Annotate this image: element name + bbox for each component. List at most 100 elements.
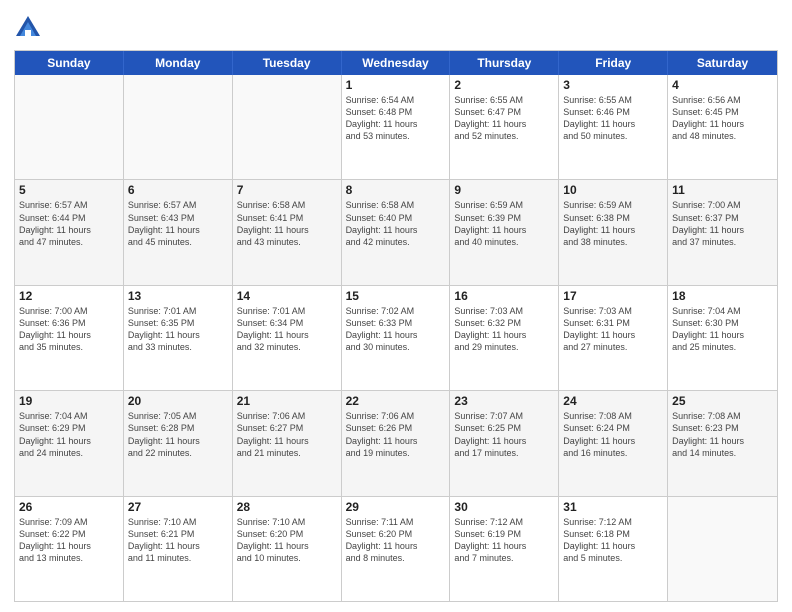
- day-number: 23: [454, 394, 554, 408]
- day-info: Sunrise: 6:56 AM Sunset: 6:45 PM Dayligh…: [672, 94, 773, 143]
- day-cell-21: 21 Sunrise: 7:06 AM Sunset: 6:27 PM Dayli…: [233, 391, 342, 495]
- day-number: 1: [346, 78, 446, 92]
- day-info: Sunrise: 7:00 AM Sunset: 6:36 PM Dayligh…: [19, 305, 119, 354]
- header-day-thursday: Thursday: [450, 51, 559, 75]
- header-day-friday: Friday: [559, 51, 668, 75]
- day-cell-26: 26 Sunrise: 7:09 AM Sunset: 6:22 PM Dayli…: [15, 497, 124, 601]
- day-number: 15: [346, 289, 446, 303]
- logo: [14, 14, 44, 42]
- day-cell-14: 14Sunrise: 7:01 AM Sunset: 6:34 PM Dayli…: [233, 286, 342, 390]
- day-number: 24: [563, 394, 663, 408]
- day-number: 14: [237, 289, 337, 303]
- day-cell-15: 15 Sunrise: 7:02 AM Sunset: 6:33 PM Dayli…: [342, 286, 451, 390]
- calendar-header: SundayMondayTuesdayWednesdayThursdayFrid…: [15, 51, 777, 75]
- day-number: 4: [672, 78, 773, 92]
- day-number: 6: [128, 183, 228, 197]
- day-number: 26: [19, 500, 119, 514]
- calendar-row-1: 1 Sunrise: 6:54 AM Sunset: 6:48 PM Daylig…: [15, 75, 777, 180]
- header-day-saturday: Saturday: [668, 51, 777, 75]
- day-info: Sunrise: 7:10 AM Sunset: 6:21 PM Dayligh…: [128, 516, 228, 565]
- day-info: Sunrise: 6:59 AM Sunset: 6:39 PM Dayligh…: [454, 199, 554, 248]
- page: SundayMondayTuesdayWednesdayThursdayFrid…: [0, 0, 792, 612]
- day-cell-3: 3 Sunrise: 6:55 AM Sunset: 6:46 PM Daylig…: [559, 75, 668, 179]
- calendar-row-3: 12 Sunrise: 7:00 AM Sunset: 6:36 PM Dayli…: [15, 286, 777, 391]
- day-info: Sunrise: 6:54 AM Sunset: 6:48 PM Dayligh…: [346, 94, 446, 143]
- day-number: 3: [563, 78, 663, 92]
- day-cell-12: 12 Sunrise: 7:00 AM Sunset: 6:36 PM Dayli…: [15, 286, 124, 390]
- day-cell-23: 23Sunrise: 7:07 AM Sunset: 6:25 PM Dayli…: [450, 391, 559, 495]
- day-cell-9: 9 Sunrise: 6:59 AM Sunset: 6:39 PM Daylig…: [450, 180, 559, 284]
- day-number: 22: [346, 394, 446, 408]
- day-info: Sunrise: 7:11 AM Sunset: 6:20 PM Dayligh…: [346, 516, 446, 565]
- day-cell-2: 2Sunrise: 6:55 AM Sunset: 6:47 PM Daylig…: [450, 75, 559, 179]
- day-info: Sunrise: 6:55 AM Sunset: 6:47 PM Dayligh…: [454, 94, 554, 143]
- day-info: Sunrise: 7:12 AM Sunset: 6:18 PM Dayligh…: [563, 516, 663, 565]
- day-cell-17: 17Sunrise: 7:03 AM Sunset: 6:31 PM Dayli…: [559, 286, 668, 390]
- day-number: 18: [672, 289, 773, 303]
- day-info: Sunrise: 7:10 AM Sunset: 6:20 PM Dayligh…: [237, 516, 337, 565]
- day-cell-5: 5 Sunrise: 6:57 AM Sunset: 6:44 PM Daylig…: [15, 180, 124, 284]
- header-day-monday: Monday: [124, 51, 233, 75]
- day-number: 5: [19, 183, 119, 197]
- header-day-sunday: Sunday: [15, 51, 124, 75]
- day-number: 29: [346, 500, 446, 514]
- day-info: Sunrise: 7:09 AM Sunset: 6:22 PM Dayligh…: [19, 516, 119, 565]
- day-info: Sunrise: 7:04 AM Sunset: 6:30 PM Dayligh…: [672, 305, 773, 354]
- header-day-tuesday: Tuesday: [233, 51, 342, 75]
- calendar-row-2: 5 Sunrise: 6:57 AM Sunset: 6:44 PM Daylig…: [15, 180, 777, 285]
- empty-cell: [668, 497, 777, 601]
- day-number: 13: [128, 289, 228, 303]
- day-number: 16: [454, 289, 554, 303]
- day-cell-18: 18 Sunrise: 7:04 AM Sunset: 6:30 PM Dayli…: [668, 286, 777, 390]
- day-cell-22: 22 Sunrise: 7:06 AM Sunset: 6:26 PM Dayli…: [342, 391, 451, 495]
- day-info: Sunrise: 7:06 AM Sunset: 6:26 PM Dayligh…: [346, 410, 446, 459]
- day-cell-24: 24 Sunrise: 7:08 AM Sunset: 6:24 PM Dayli…: [559, 391, 668, 495]
- day-cell-10: 10Sunrise: 6:59 AM Sunset: 6:38 PM Dayli…: [559, 180, 668, 284]
- day-info: Sunrise: 6:57 AM Sunset: 6:44 PM Dayligh…: [19, 199, 119, 248]
- day-info: Sunrise: 7:08 AM Sunset: 6:24 PM Dayligh…: [563, 410, 663, 459]
- day-cell-31: 31 Sunrise: 7:12 AM Sunset: 6:18 PM Dayli…: [559, 497, 668, 601]
- day-number: 11: [672, 183, 773, 197]
- day-info: Sunrise: 7:01 AM Sunset: 6:35 PM Dayligh…: [128, 305, 228, 354]
- day-cell-11: 11 Sunrise: 7:00 AM Sunset: 6:37 PM Dayli…: [668, 180, 777, 284]
- day-number: 9: [454, 183, 554, 197]
- day-number: 19: [19, 394, 119, 408]
- day-info: Sunrise: 7:08 AM Sunset: 6:23 PM Dayligh…: [672, 410, 773, 459]
- day-info: Sunrise: 7:03 AM Sunset: 6:32 PM Dayligh…: [454, 305, 554, 354]
- day-info: Sunrise: 7:00 AM Sunset: 6:37 PM Dayligh…: [672, 199, 773, 248]
- day-number: 27: [128, 500, 228, 514]
- day-cell-16: 16 Sunrise: 7:03 AM Sunset: 6:32 PM Dayli…: [450, 286, 559, 390]
- day-number: 25: [672, 394, 773, 408]
- day-number: 12: [19, 289, 119, 303]
- day-cell-28: 28 Sunrise: 7:10 AM Sunset: 6:20 PM Dayli…: [233, 497, 342, 601]
- day-cell-1: 1 Sunrise: 6:54 AM Sunset: 6:48 PM Daylig…: [342, 75, 451, 179]
- day-info: Sunrise: 7:06 AM Sunset: 6:27 PM Dayligh…: [237, 410, 337, 459]
- empty-cell: [233, 75, 342, 179]
- day-number: 20: [128, 394, 228, 408]
- day-info: Sunrise: 7:02 AM Sunset: 6:33 PM Dayligh…: [346, 305, 446, 354]
- day-cell-7: 7 Sunrise: 6:58 AM Sunset: 6:41 PM Daylig…: [233, 180, 342, 284]
- day-number: 31: [563, 500, 663, 514]
- day-info: Sunrise: 7:12 AM Sunset: 6:19 PM Dayligh…: [454, 516, 554, 565]
- day-info: Sunrise: 6:57 AM Sunset: 6:43 PM Dayligh…: [128, 199, 228, 248]
- header-day-wednesday: Wednesday: [342, 51, 451, 75]
- day-info: Sunrise: 6:58 AM Sunset: 6:41 PM Dayligh…: [237, 199, 337, 248]
- day-info: Sunrise: 7:05 AM Sunset: 6:28 PM Dayligh…: [128, 410, 228, 459]
- day-info: Sunrise: 6:55 AM Sunset: 6:46 PM Dayligh…: [563, 94, 663, 143]
- day-number: 10: [563, 183, 663, 197]
- day-cell-27: 27 Sunrise: 7:10 AM Sunset: 6:21 PM Dayli…: [124, 497, 233, 601]
- calendar-row-5: 26 Sunrise: 7:09 AM Sunset: 6:22 PM Dayli…: [15, 497, 777, 601]
- day-number: 7: [237, 183, 337, 197]
- day-number: 17: [563, 289, 663, 303]
- day-cell-19: 19 Sunrise: 7:04 AM Sunset: 6:29 PM Dayli…: [15, 391, 124, 495]
- day-number: 21: [237, 394, 337, 408]
- logo-icon: [14, 14, 42, 42]
- day-info: Sunrise: 7:04 AM Sunset: 6:29 PM Dayligh…: [19, 410, 119, 459]
- calendar-body: 1 Sunrise: 6:54 AM Sunset: 6:48 PM Daylig…: [15, 75, 777, 601]
- header: [14, 10, 778, 42]
- day-info: Sunrise: 6:58 AM Sunset: 6:40 PM Dayligh…: [346, 199, 446, 248]
- day-number: 30: [454, 500, 554, 514]
- day-number: 28: [237, 500, 337, 514]
- day-number: 8: [346, 183, 446, 197]
- empty-cell: [15, 75, 124, 179]
